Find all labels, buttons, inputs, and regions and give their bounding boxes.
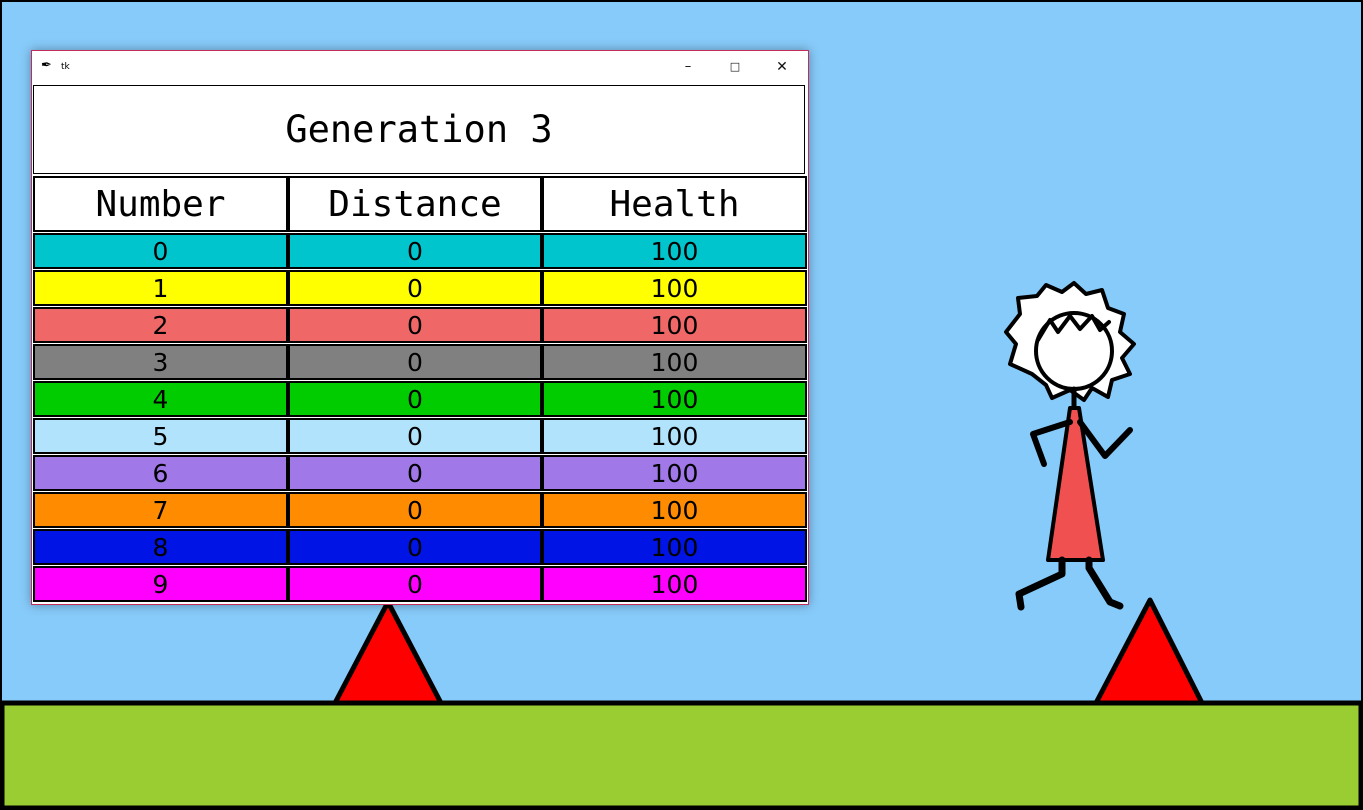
cell-health: 100 bbox=[542, 492, 807, 528]
table-row: 2 0 100 bbox=[33, 307, 807, 344]
cell-health: 100 bbox=[542, 233, 807, 269]
cell-number: 0 bbox=[33, 233, 288, 269]
table-row: 9 0 100 bbox=[33, 566, 807, 603]
stats-window: ✒ tk – □ ✕ Generation 3 Number Distance … bbox=[31, 50, 809, 605]
cell-health: 100 bbox=[542, 307, 807, 343]
cell-number: 9 bbox=[33, 566, 288, 602]
cell-health: 100 bbox=[542, 344, 807, 380]
cell-distance: 0 bbox=[288, 455, 542, 491]
table-row: 3 0 100 bbox=[33, 344, 807, 381]
cell-health: 100 bbox=[542, 270, 807, 306]
header-number: Number bbox=[33, 176, 288, 232]
cell-number: 6 bbox=[33, 455, 288, 491]
cell-health: 100 bbox=[542, 566, 807, 602]
player-right-leg bbox=[1085, 556, 1124, 610]
table-row: 1 0 100 bbox=[33, 270, 807, 307]
cell-number: 3 bbox=[33, 344, 288, 380]
close-button[interactable]: ✕ bbox=[759, 51, 805, 83]
cell-number: 2 bbox=[33, 307, 288, 343]
header-health: Health bbox=[542, 176, 807, 232]
cell-number: 5 bbox=[33, 418, 288, 454]
cell-health: 100 bbox=[542, 418, 807, 454]
cell-number: 8 bbox=[33, 529, 288, 565]
player-left-leg bbox=[1015, 556, 1066, 611]
table-body: 0 0 100 1 0 100 2 0 100 3 0 100 4 0 100 5 0 100 6 0 100 7 0 100… bbox=[33, 233, 807, 603]
window-title: tk bbox=[61, 62, 70, 72]
maximize-button[interactable]: □ bbox=[712, 51, 758, 83]
window-titlebar[interactable]: ✒ tk – □ ✕ bbox=[32, 51, 808, 83]
table-row: 4 0 100 bbox=[33, 381, 807, 418]
cell-distance: 0 bbox=[288, 381, 542, 417]
table-row: 0 0 100 bbox=[33, 233, 807, 270]
table-row: 6 0 100 bbox=[33, 455, 807, 492]
cell-distance: 0 bbox=[288, 418, 542, 454]
game-canvas: ✒ tk – □ ✕ Generation 3 Number Distance … bbox=[0, 0, 1363, 810]
cell-distance: 0 bbox=[288, 270, 542, 306]
spike-right bbox=[1093, 597, 1205, 706]
cell-health: 100 bbox=[542, 381, 807, 417]
cell-number: 4 bbox=[33, 381, 288, 417]
table-header-row: Number Distance Health bbox=[33, 176, 807, 233]
cell-health: 100 bbox=[542, 529, 807, 565]
minimize-button[interactable]: – bbox=[665, 51, 711, 83]
tk-feather-icon: ✒ bbox=[41, 58, 52, 73]
cell-distance: 0 bbox=[288, 344, 542, 380]
cell-health: 100 bbox=[542, 455, 807, 491]
cell-distance: 0 bbox=[288, 307, 542, 343]
cell-distance: 0 bbox=[288, 566, 542, 602]
stick-figure-player bbox=[1004, 281, 1136, 611]
table-row: 5 0 100 bbox=[33, 418, 807, 455]
cell-distance: 0 bbox=[288, 492, 542, 528]
cell-number: 7 bbox=[33, 492, 288, 528]
table-row: 7 0 100 bbox=[33, 492, 807, 529]
cell-number: 1 bbox=[33, 270, 288, 306]
cell-distance: 0 bbox=[288, 233, 542, 269]
stats-table: Number Distance Health 0 0 100 1 0 100 2 0 100 3 0… bbox=[33, 176, 807, 603]
spike-left bbox=[332, 599, 444, 706]
generation-label: Generation 3 bbox=[33, 85, 805, 174]
player-dress bbox=[1046, 406, 1105, 562]
cell-distance: 0 bbox=[288, 529, 542, 565]
header-distance: Distance bbox=[288, 176, 542, 232]
table-row: 8 0 100 bbox=[33, 529, 807, 566]
ground bbox=[2, 700, 1361, 808]
